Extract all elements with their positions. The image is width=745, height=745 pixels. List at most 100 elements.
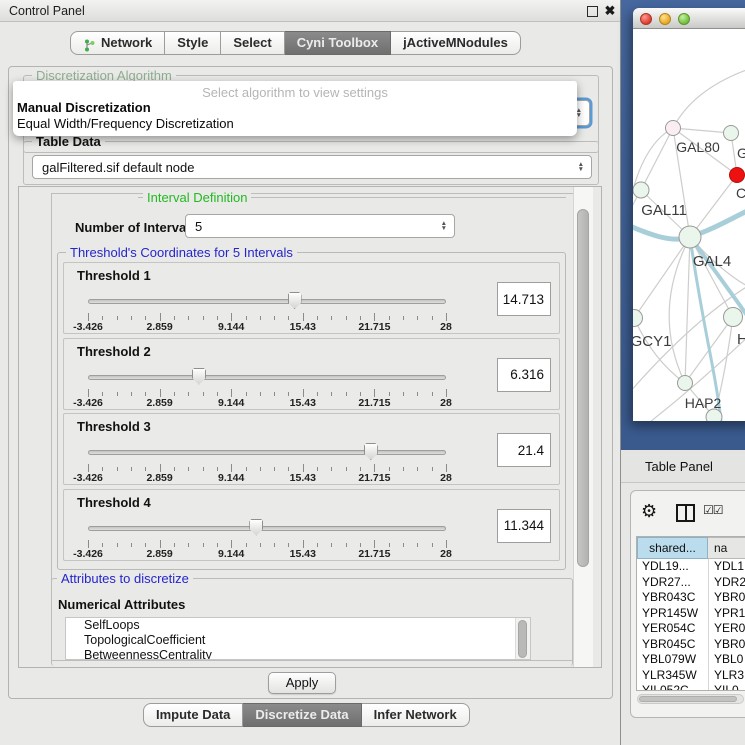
slider-handle[interactable]	[192, 368, 206, 385]
num-intervals-combobox[interactable]: 5 ▲▼	[185, 214, 455, 238]
network-node-hap2[interactable]	[678, 376, 693, 391]
network-node-h[interactable]	[724, 308, 743, 327]
table-row[interactable]: YER054C YER0	[637, 621, 745, 637]
bottom-tab-infer-network[interactable]: Infer Network	[362, 703, 470, 727]
close-traffic-light-icon[interactable]	[640, 13, 652, 25]
tab-style[interactable]: Style	[165, 31, 221, 55]
bottom-tab-discretize-data[interactable]: Discretize Data	[243, 703, 361, 727]
cell-shared-name: YLR345W	[642, 668, 706, 682]
table-row[interactable]: YDR27...YDR2	[637, 575, 745, 591]
interval-definition-title: Interval Definition	[143, 190, 251, 205]
cell-name: YBR0	[714, 590, 745, 604]
network-node[interactable]	[706, 409, 722, 421]
tab-select[interactable]: Select	[221, 31, 284, 55]
split-columns-icon[interactable]	[676, 504, 695, 522]
cell-shared-name: YER054C	[642, 621, 706, 635]
attribute-item-topologicalcoefficient[interactable]: TopologicalCoefficient	[66, 633, 530, 648]
slider-scale-labels: -3.4262.8599.14415.4321.71528	[88, 321, 446, 333]
network-node-label: GCY1	[633, 333, 671, 350]
threshold-slider[interactable]: -3.4262.8599.14415.4321.71528	[88, 263, 446, 335]
tab-label: jActiveMNodules	[403, 32, 508, 54]
threshold-slider[interactable]: -3.4262.8599.14415.4321.71528	[88, 414, 446, 486]
slider-handle[interactable]	[249, 519, 263, 536]
minimize-traffic-light-icon[interactable]	[659, 13, 671, 25]
slider-handle[interactable]	[364, 443, 378, 460]
cell-shared-name: YDR27...	[642, 575, 706, 589]
select-columns-checkboxes-icon[interactable]: ☑☑	[703, 503, 723, 517]
network-node-c[interactable]	[730, 168, 745, 183]
column-header-shared-name[interactable]: shared...	[637, 537, 708, 559]
num-intervals-value: 5	[195, 215, 434, 237]
network-node-label: GAL4	[693, 253, 731, 270]
network-node-gcy1[interactable]	[633, 310, 643, 327]
close-icon[interactable]: ✖	[602, 0, 618, 22]
table-data-combobox[interactable]: galFiltered.sif default node ▲▼	[32, 155, 592, 179]
slider-handle[interactable]	[288, 292, 302, 309]
network-canvas[interactable]: GAL80GACGAL11GAL4GCY1HHAP2	[633, 28, 745, 421]
attribute-items: SelfLoopsTopologicalCoefficientBetweenne…	[66, 618, 530, 660]
attribute-item-selfloops[interactable]: SelfLoops	[66, 618, 530, 633]
slider-track[interactable]	[88, 450, 446, 455]
column-header-name[interactable]: na	[708, 537, 745, 559]
threshold-slider[interactable]: -3.4262.8599.14415.4321.71528	[88, 490, 446, 562]
algorithm-popup-item-manual[interactable]: Manual Discretization	[13, 100, 577, 116]
tab-cyni-toolbox[interactable]: Cyni Toolbox	[285, 31, 391, 55]
slider-track[interactable]	[88, 375, 446, 380]
network-node-gal80[interactable]	[666, 121, 681, 136]
table-row[interactable]: YBR045CYBR0	[637, 637, 745, 653]
threshold-panel-4: Threshold 4-3.4262.8599.14415.4321.71528…	[63, 489, 560, 561]
table-horizontal-scrollbar[interactable]	[637, 694, 744, 704]
network-node-gal11[interactable]	[633, 182, 649, 198]
network-window[interactable]: GAL80GACGAL11GAL4GCY1HHAP2	[633, 8, 745, 421]
attributes-scrollbar-thumb[interactable]	[518, 620, 527, 658]
threshold-panel-1: Threshold 1-3.4262.8599.14415.4321.71528…	[63, 262, 560, 334]
table-row[interactable]: YBR043CYBR0	[637, 590, 745, 606]
threshold-slider[interactable]: -3.4262.8599.14415.4321.71528	[88, 339, 446, 411]
cell-shared-name: YBR045C	[642, 637, 706, 651]
algorithm-popup-item-equal-width[interactable]: Equal Width/Frequency Discretization	[13, 116, 577, 132]
slider-track[interactable]	[88, 299, 446, 304]
vertical-scrollbar[interactable]	[573, 187, 593, 667]
bottom-tab-impute-data[interactable]: Impute Data	[143, 703, 243, 727]
cell-name: YPR1	[714, 606, 745, 620]
network-node-label: GA	[737, 145, 745, 161]
network-node-ga[interactable]	[724, 126, 739, 141]
threshold-value-field[interactable]: 11.344	[497, 509, 551, 543]
threshold-value-field[interactable]: 14.713	[497, 282, 551, 316]
control-tabs: NetworkStyle Select Cyni Toolbox jActiveMNo…	[70, 31, 521, 55]
numerical-attributes-label: Numerical Attributes	[58, 597, 185, 612]
column-separator	[708, 559, 709, 690]
vertical-scrollbar-thumb[interactable]	[577, 209, 589, 567]
tab-jactivemnodules[interactable]: jActiveMNodules	[391, 31, 521, 55]
cell-shared-name: YPR145W	[642, 606, 706, 620]
network-window-titlebar[interactable]	[633, 8, 745, 29]
cell-name: YER0	[714, 621, 745, 635]
table-row[interactable]: YBL079WYBL0	[637, 652, 745, 668]
tab-label: Select	[233, 32, 271, 54]
table-row[interactable]: YPR145W YPR1	[637, 606, 745, 622]
cell-name: YBL0	[714, 652, 743, 666]
node-table[interactable]: shared... na YDL19...YDL1YDR27...YDR2YBR…	[636, 536, 745, 691]
tab-network[interactable]: Network	[70, 31, 165, 55]
network-node-gal4[interactable]	[679, 226, 701, 248]
apply-button[interactable]: Apply	[268, 672, 336, 694]
threshold-value-field[interactable]: 21.4	[497, 433, 551, 467]
float-window-icon[interactable]	[587, 6, 598, 17]
table-row[interactable]: YLR345WYLR3	[637, 668, 745, 684]
gear-icon[interactable]: ⚙	[641, 500, 657, 522]
network-node-label: GAL11	[641, 202, 687, 219]
table-horizontal-scrollbar-thumb[interactable]	[639, 696, 737, 702]
table-row[interactable]: YIL052CYIL0	[637, 683, 745, 690]
attribute-item-betweennesscentrality[interactable]: BetweennessCentrality	[66, 648, 530, 660]
thresholds-group-title: Threshold's Coordinates for 5 Intervals	[66, 245, 297, 260]
numerical-attributes-list[interactable]: SelfLoopsTopologicalCoefficientBetweenne…	[65, 617, 531, 660]
attributes-scrollbar[interactable]	[515, 618, 530, 659]
application-window: Control Panel ✖ NetworkStyleSelectCyni T…	[0, 0, 745, 745]
slider-scale-labels: -3.4262.8599.14415.4321.71528	[88, 397, 446, 409]
table-row[interactable]: YDL19...YDL1	[637, 559, 745, 575]
zoom-traffic-light-icon[interactable]	[678, 13, 690, 25]
slider-track[interactable]	[88, 526, 446, 531]
algorithm-popup: Select algorithm to view settings Manual…	[13, 81, 577, 136]
cell-shared-name: YDL19...	[642, 559, 706, 573]
threshold-value-field[interactable]: 6.316	[497, 358, 551, 392]
